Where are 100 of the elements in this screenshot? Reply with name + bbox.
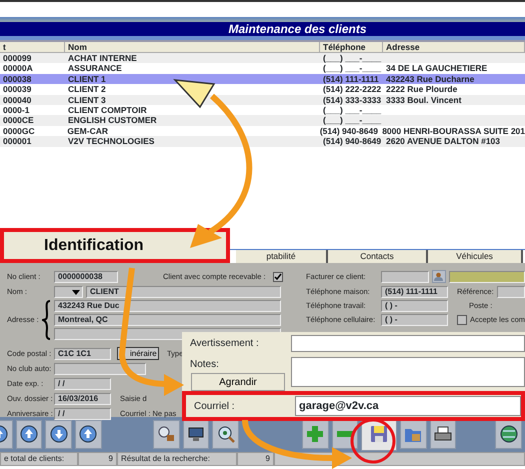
table-cell-text: (514) 940-8649 [322,136,382,147]
input-field[interactable] [380,270,429,283]
table-cell-text: ENGLISH CUSTOMER [67,115,158,126]
column-header[interactable]: t [0,42,65,52]
person-icon [434,272,444,282]
table-cell-text: (514) 222-2222 [322,84,382,95]
enlarge-button[interactable]: Agrandir [191,373,285,391]
search-icon [157,425,176,444]
column-header[interactable]: Nom [65,42,320,52]
table-cell-text: V2V TECHNOLOGIES [67,136,156,147]
table-cell-text: (___) ___-____ [322,53,382,64]
input-field[interactable]: / / [54,378,111,390]
table-cell-text: (514) 333-3333 [322,94,382,105]
table-cell-text: 0000CE [2,115,35,126]
table-cell-text: 000039 [2,84,32,95]
table-row[interactable]: 000001 V2V TECHNOLOGIES (514) 940-8649 2620 AVENUE DALTON #103 [0,136,525,147]
toolbar-button[interactable] [182,420,210,449]
status-label: e total de clients: [0,452,78,466]
globe-icon [500,425,518,444]
column-header[interactable]: Adresse [383,42,525,52]
table-row[interactable]: 0000GC GEM-CAR (514) 940-8649 8000 HENRI-BOURASSA SUITE 201 [0,126,525,136]
phone-field[interactable]: (514) 111-1111 [380,286,448,298]
table-cell-text: 00000A [2,63,34,74]
table-cell-text: CLIENT 1 [67,74,107,84]
table-cell-text: CLIENT 3 [67,94,107,105]
tab[interactable]: Contacts [328,250,428,263]
toolbar-button[interactable] [495,420,522,449]
table-cell-text: 000040 [2,94,32,105]
window-title: Maintenance des clients [0,22,525,36]
table-cell-text: 000001 [2,136,32,147]
table-cell-text: CLIENT COMPTOIR [67,104,148,116]
lookup-button[interactable] [432,270,446,284]
monitor-icon [186,425,205,444]
status-value: 9 [237,452,274,466]
table-row[interactable]: 0000CE ENGLISH CUSTOMER (___) ___-____ [0,115,525,126]
table-cell-text: (___) ___-____ [322,63,382,74]
table-row[interactable]: 000038 CLIENT 1 (514) 111-1111 432243 Rue Ducharne [0,74,525,84]
toolbar-button[interactable] [45,420,72,449]
field-label: Notes: [189,358,220,372]
table-row[interactable]: 000099 ACHAT INTERNE (___) ___-____ [0,53,525,64]
toolbar-button[interactable] [75,420,102,449]
table-cell-text: (514) 111-1111 [322,74,380,84]
notes-field[interactable] [291,357,525,387]
table-cell-text: ACHAT INTERNE [67,53,138,64]
status-value: 9 [78,452,117,466]
table-cell-text: 2222 Rue Plourde [385,84,458,95]
address-field[interactable]: 432243 Rue Duc [54,300,281,312]
table-cell-text: 000099 [2,53,32,64]
billing-field[interactable] [448,270,525,283]
table-cell-text: 000038 [2,74,32,84]
table-cell-text: 0000-1 [2,104,30,116]
table-row[interactable]: 000040 CLIENT 3 (514) 333-3333 3333 Boul. Vincent [0,94,525,105]
email-field[interactable]: garage@v2v.ca [295,396,521,416]
field-label: Courriel : [193,400,236,414]
table-cell-text: 432243 Rue Ducharne [385,74,476,84]
table-cell-text: (___) ___-____ [322,104,382,116]
table-cell-text: 2620 AVENUE DALTON #103 [385,136,502,147]
table-row[interactable]: 0000-1 CLIENT COMPTOIR (___) ___-____ [0,104,525,116]
input-field[interactable]: 0000000038 [54,270,118,283]
toolbar-button[interactable] [430,420,456,449]
table-cell-text: (514) 940-8649 [318,126,379,136]
toolbar-button[interactable] [16,420,42,449]
input-field[interactable]: C1C 1C1 [54,348,111,360]
table-cell-text: 34 DE LA GAUCHETIERE [385,63,488,74]
save-icon [370,425,388,444]
field-label: Avertissement : [189,337,260,351]
printer-icon [434,425,452,444]
input-field[interactable]: CLIENT [86,286,281,298]
table-row[interactable]: 000039 CLIENT 2 (514) 222-2222 2222 Rue Plourde [0,84,525,95]
warning-field[interactable] [291,335,525,352]
plus-icon [306,425,324,444]
toolbar-button[interactable] [152,420,180,449]
table-row[interactable]: 00000A ASSURANCE (___) ___-____ 34 DE LA GAUCHETIERE [0,63,525,74]
status-label: Résultat de la recherche: [117,452,237,466]
table-cell-text: CLIENT 2 [67,84,107,95]
dropdown-caret-icon [72,290,80,295]
table-cell-text: 0000GC [2,126,36,136]
input-field[interactable]: / / [54,408,111,420]
tab[interactable]: Véhicules [428,250,523,263]
toolbar-button[interactable] [212,420,239,449]
address-field[interactable]: Montreal, QC [54,314,281,326]
checkbox[interactable] [456,314,467,325]
input-field[interactable] [54,362,146,375]
tab[interactable]: Identification [0,228,230,263]
input-field[interactable]: 16/03/2016 [54,392,111,405]
minus-icon [336,431,354,438]
phone-field[interactable]: ( ) - [380,300,448,312]
table-cell-text: ASSURANCE [67,63,123,74]
phone-field[interactable]: ( ) - [380,314,448,326]
tab[interactable]: ptabilité [236,250,328,263]
checkbox[interactable] [272,272,283,282]
table-cell-text: 3333 Boul. Vincent [385,94,462,105]
magnifier-icon [216,425,235,444]
brace-icon [42,300,51,340]
table-cell-text: 8000 HENRI-BOURASSA SUITE 201 [381,126,525,136]
reference-field[interactable] [496,286,525,298]
column-header[interactable]: Téléphone [320,42,383,52]
title-dropdown[interactable] [54,286,83,298]
table-cell-text: GEM-CAR [66,126,109,136]
cursor-icon [173,79,216,108]
